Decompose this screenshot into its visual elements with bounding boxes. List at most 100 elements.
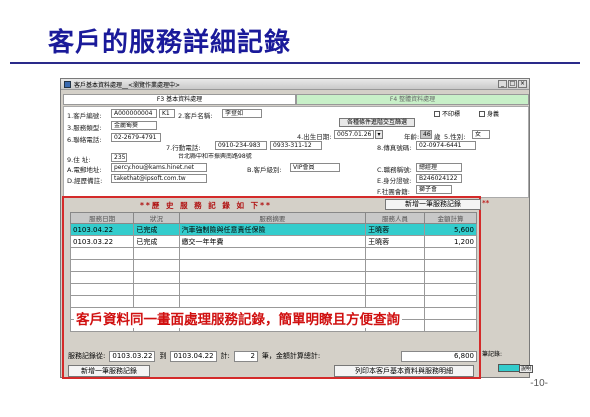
cell-status[interactable] (133, 271, 180, 284)
title-divider (10, 62, 580, 64)
customer-level-label: B.客戶級別: (247, 166, 282, 174)
cell-summary[interactable] (178, 295, 367, 308)
cell-staff[interactable]: 王曉蓉 (365, 223, 425, 236)
cell-date[interactable] (69, 283, 135, 296)
group-label: F.社團會籍: (377, 188, 410, 196)
cell-summary[interactable] (178, 283, 367, 296)
table-row[interactable] (69, 247, 478, 260)
summary-to-label: 到 (157, 351, 169, 361)
customer-no-field[interactable]: A000000004 (111, 109, 157, 118)
print-customer-detail-button[interactable]: 列印本客戶基本資料與服務明細 (334, 365, 474, 377)
tab-basic-data[interactable]: F3 基本資料處理 (63, 94, 296, 105)
cell-status[interactable]: 已完成 (133, 223, 180, 236)
cell-amount[interactable] (423, 283, 478, 296)
cell-amount[interactable] (423, 295, 478, 308)
col-service-date[interactable]: 服務日期 (69, 212, 135, 224)
cell-summary[interactable]: 汽車強制險與任意責任保險 (178, 223, 367, 236)
age-label: 年齡: (404, 133, 420, 141)
stray-mark: ** (482, 199, 490, 207)
col-staff[interactable]: 服務人員 (365, 212, 425, 224)
cell-staff[interactable] (365, 259, 425, 272)
mobile-label: 7.行動電話: (166, 144, 201, 152)
cell-date[interactable] (69, 271, 135, 284)
cell-date[interactable]: 0103.03.22 (69, 235, 135, 248)
cell-staff[interactable] (365, 271, 425, 284)
mobile2-field[interactable]: 0933-311-12 (270, 141, 322, 150)
email-label: A.電郵地址: (67, 166, 102, 174)
postal-code-field[interactable]: 235 (111, 153, 127, 162)
col-summary[interactable]: 服務摘要 (178, 212, 367, 224)
summary-date-to[interactable]: 0103.04.22 (170, 350, 217, 362)
fax-field[interactable]: 02-0974-6441 (416, 141, 476, 150)
id-field[interactable]: B246024122 (416, 174, 462, 183)
age-field: 46 (420, 130, 432, 139)
cell-staff[interactable]: 王曉蓉 (365, 235, 425, 248)
customer-window: 客戶基本資料處理__<瀏覽作業處理中> _ □ × F3 基本資料處理 F4 整… (60, 78, 533, 379)
birthday-field[interactable]: 0057.01.26 (334, 130, 374, 139)
cell-amount[interactable] (423, 271, 478, 284)
cell-date[interactable] (69, 259, 135, 272)
cell-staff[interactable] (365, 295, 425, 308)
cell-amount[interactable] (423, 259, 478, 272)
cell-date[interactable] (69, 247, 135, 260)
mobile-field[interactable]: 0910-234-983 (215, 141, 267, 150)
cell-amount[interactable]: 1,200 (423, 235, 478, 248)
customer-form: 1.客戶編號: A000000004 K1 2.客戶名稱: 李登如 不印標 身義… (63, 106, 529, 198)
cell-amount[interactable] (423, 307, 478, 320)
side-record-label: 筆記錄: (482, 351, 503, 358)
window-title: 客戶基本資料處理__<瀏覽作業處理中> (74, 81, 181, 89)
cell-status[interactable] (133, 247, 180, 260)
table-row[interactable] (69, 295, 478, 308)
email-field[interactable]: percy.hou@kams.hinet.net (111, 163, 207, 172)
side-help-button[interactable]: 說明 (519, 365, 533, 373)
address-field[interactable]: 台北縣中和市振興南路98號 (176, 153, 286, 162)
summary-bar: 服務記錄從: 0103.03.22 到 0103.04.22 計: 2 筆，金額… (66, 350, 479, 362)
col-status[interactable]: 狀況 (133, 212, 180, 224)
customer-name-field[interactable]: 李登如 (222, 109, 262, 118)
summary-count-unit: 筆，金額計算總計: (259, 351, 323, 361)
cell-date[interactable]: 0103.04.22 (69, 223, 135, 236)
cell-amount[interactable] (423, 319, 478, 332)
service-type-field[interactable]: 金麗蜀葵 (111, 121, 157, 130)
duty-checkbox[interactable]: 身義 (479, 109, 499, 118)
cell-staff[interactable] (365, 283, 425, 296)
calendar-icon[interactable]: ▾ (375, 130, 383, 139)
cell-summary[interactable] (178, 271, 367, 284)
customer-no-label: 1.客戶編號: (67, 112, 102, 120)
job-field[interactable]: 總經理 (416, 163, 462, 172)
cell-status[interactable] (133, 259, 180, 272)
cell-date[interactable] (69, 295, 135, 308)
cell-status[interactable] (133, 295, 180, 308)
remark-field[interactable]: takethat@ipsoft.com.tw (111, 174, 207, 183)
maximize-icon[interactable]: □ (508, 80, 517, 88)
gender-label: 5.性別: (444, 133, 466, 141)
cell-amount[interactable]: 5,600 (423, 223, 478, 236)
group-field[interactable]: 獅子會 (416, 185, 452, 194)
minimize-icon[interactable]: _ (498, 80, 507, 88)
advanced-filter-button[interactable]: 各種條件進階交互篩選 (339, 118, 415, 127)
no-print-checkbox[interactable]: 不印標 (434, 109, 460, 118)
table-row[interactable]: 0103.03.22 已完成 繳交一年年費 王曉蓉 1,200 (69, 235, 478, 248)
summary-date-from[interactable]: 0103.03.22 (109, 350, 156, 362)
gender-select[interactable]: 女 (472, 130, 490, 139)
cell-summary[interactable] (178, 247, 367, 260)
contact-phone-label: 6.聯絡電話: (67, 136, 102, 144)
table-row[interactable]: 0103.04.22 已完成 汽車強制險與任意責任保險 王曉蓉 5,600 (69, 223, 478, 236)
add-service-record-button-bottom[interactable]: 新增一筆服務記錄 (68, 365, 150, 377)
col-amount[interactable]: 金額計算 (423, 212, 478, 224)
customer-level-field[interactable]: VIP會員 (290, 163, 340, 172)
table-row[interactable] (69, 259, 478, 272)
close-icon[interactable]: × (518, 80, 527, 88)
cell-staff[interactable] (365, 247, 425, 260)
cell-summary[interactable] (178, 259, 367, 272)
cell-status[interactable]: 已完成 (133, 235, 180, 248)
cell-status[interactable] (133, 283, 180, 296)
table-row[interactable] (69, 271, 478, 284)
customer-no-suffix[interactable]: K1 (159, 109, 175, 118)
table-row[interactable] (69, 283, 478, 296)
cell-summary[interactable]: 繳交一年年費 (178, 235, 367, 248)
tab-overall-data[interactable]: F4 整體資料處理 (296, 94, 529, 105)
contact-phone-field[interactable]: 02-2679-4791 (111, 133, 161, 142)
add-service-record-button-top[interactable]: 新增一筆服務記錄 (385, 199, 481, 210)
cell-amount[interactable] (423, 247, 478, 260)
